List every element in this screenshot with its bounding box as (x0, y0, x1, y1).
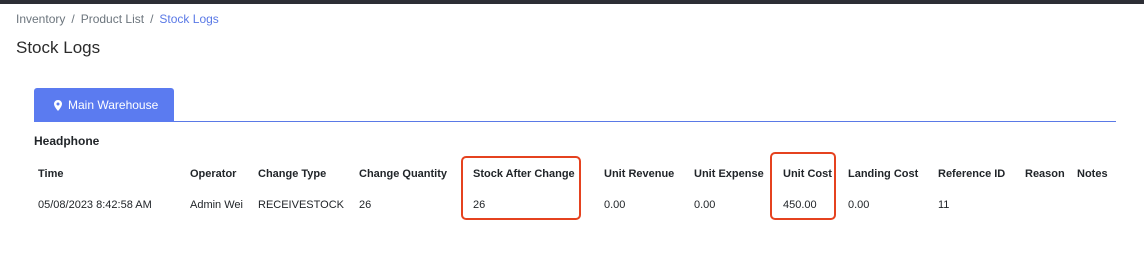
breadcrumb-product-list[interactable]: Product List (81, 12, 144, 26)
highlight-box-unit-cost (770, 152, 836, 220)
cell-operator: Admin Wei (190, 199, 243, 211)
column-header-notes[interactable]: Notes (1077, 168, 1108, 180)
breadcrumb-stock-logs: Stock Logs (159, 12, 219, 26)
column-header-change-quantity[interactable]: Change Quantity (359, 168, 447, 180)
warehouse-tab-strip: Main Warehouse (34, 88, 1116, 122)
column-header-time[interactable]: Time (38, 168, 63, 180)
column-header-unit-expense[interactable]: Unit Expense (694, 168, 764, 180)
breadcrumb-separator: / (71, 12, 75, 26)
column-header-operator[interactable]: Operator (190, 168, 236, 180)
product-name: Headphone (34, 134, 100, 148)
cell-time: 05/08/2023 8:42:58 AM (38, 199, 152, 211)
breadcrumb: Inventory / Product List / Stock Logs (16, 12, 219, 26)
cell-reference-id: 11 (938, 199, 950, 211)
breadcrumb-inventory[interactable]: Inventory (16, 12, 65, 26)
tab-main-warehouse[interactable]: Main Warehouse (34, 88, 174, 122)
page-title: Stock Logs (16, 38, 101, 57)
cell-landing-cost: 0.00 (848, 199, 870, 211)
page-header: Inventory / Product List / Stock Logs Stock … (0, 4, 1144, 72)
cell-unit-expense: 0.00 (694, 199, 716, 211)
column-header-landing-cost[interactable]: Landing Cost (848, 168, 918, 180)
location-pin-icon (54, 99, 62, 111)
column-header-reference-id[interactable]: Reference ID (938, 168, 1005, 180)
cell-change-type: RECEIVESTOCK (258, 199, 344, 211)
tab-label: Main Warehouse (68, 98, 159, 112)
cell-change-quantity: 26 (359, 199, 372, 211)
column-header-reason[interactable]: Reason (1025, 168, 1065, 180)
cell-unit-revenue: 0.00 (604, 199, 626, 211)
column-header-unit-revenue[interactable]: Unit Revenue (604, 168, 674, 180)
column-header-change-type[interactable]: Change Type (258, 168, 326, 180)
highlight-box-stock-after-change (461, 156, 581, 220)
breadcrumb-separator: / (150, 12, 154, 26)
